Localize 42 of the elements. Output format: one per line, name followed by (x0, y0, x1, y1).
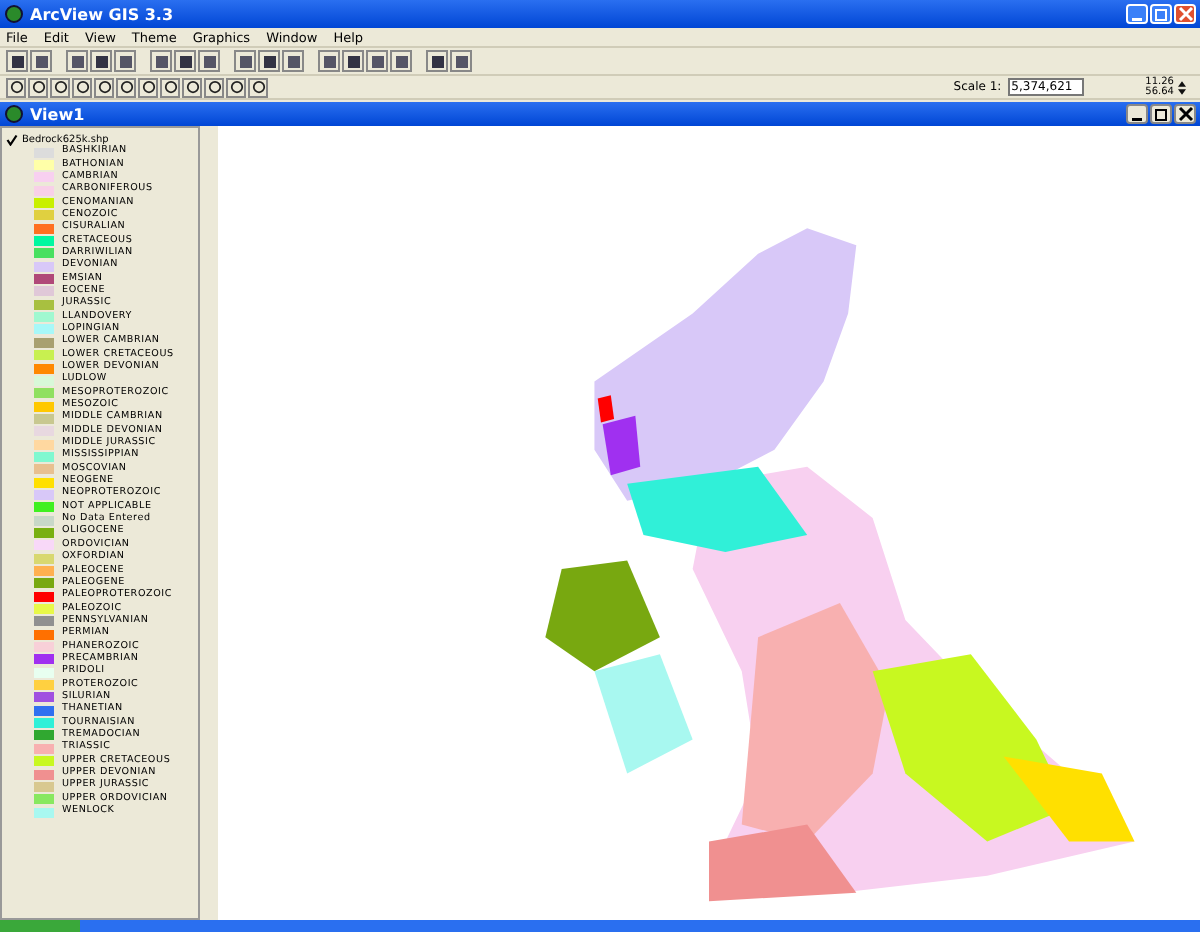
checkmark-icon[interactable] (6, 133, 18, 145)
window-title: ArcView GIS 3.3 (30, 5, 174, 23)
toolbar-button[interactable] (426, 50, 448, 72)
toolbar-button[interactable] (150, 50, 172, 72)
restore-icon (1153, 6, 1169, 22)
minimize-button[interactable] (1126, 104, 1148, 124)
toolbar-button[interactable] (366, 50, 388, 72)
toolbar-button[interactable] (258, 50, 280, 72)
tool-button[interactable] (50, 77, 70, 97)
close-icon (1177, 106, 1193, 122)
toolbar-button[interactable] (390, 50, 412, 72)
toolbar-button[interactable] (282, 50, 304, 72)
tool-button[interactable] (226, 77, 246, 97)
restore-button[interactable] (1150, 104, 1172, 124)
globe-icon (4, 104, 24, 124)
tool-button[interactable] (94, 77, 114, 97)
toolbar-button[interactable] (342, 50, 364, 72)
tool-button[interactable] (204, 77, 224, 97)
tool-button[interactable] (72, 77, 92, 97)
tool-button[interactable] (28, 77, 48, 97)
restore-icon (1153, 106, 1169, 122)
globe-icon (4, 4, 24, 24)
toolbar-button[interactable] (6, 50, 28, 72)
tool-button[interactable] (138, 77, 158, 97)
toolbar-button[interactable] (174, 50, 196, 72)
toolbar-button[interactable] (90, 50, 112, 72)
toolbar-button[interactable] (234, 50, 256, 72)
toolbar-button[interactable] (66, 50, 88, 72)
tool-button[interactable] (160, 77, 180, 97)
tool-button[interactable] (116, 77, 136, 97)
up-down-arrows-icon (1178, 79, 1186, 95)
tool-button[interactable] (248, 77, 268, 97)
close-button[interactable] (1174, 104, 1196, 124)
view-title: View1 (30, 105, 85, 123)
toolbar-button[interactable] (450, 50, 472, 72)
toolbar-button[interactable] (198, 50, 220, 72)
toolbar-button[interactable] (318, 50, 340, 72)
tool-button[interactable] (6, 77, 26, 97)
toolbar-button[interactable] (30, 50, 52, 72)
toolbar-button[interactable] (114, 50, 136, 72)
tool-button[interactable] (182, 77, 202, 97)
close-icon (1177, 6, 1193, 22)
